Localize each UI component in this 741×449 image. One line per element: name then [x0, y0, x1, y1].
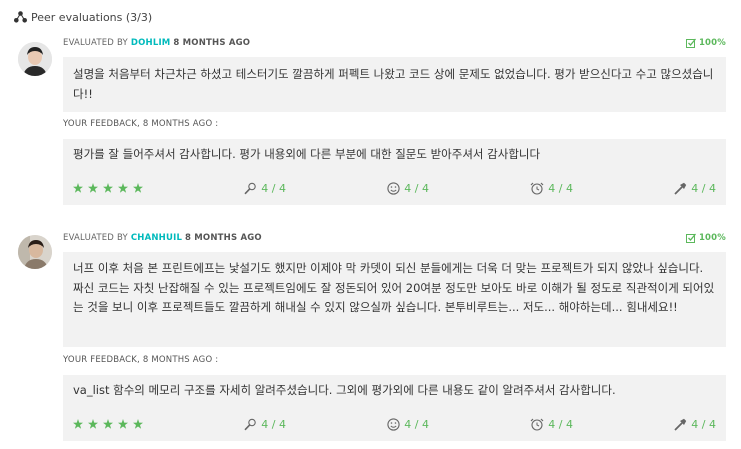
comment-text: 설명을 처음부터 차근차근 하셨고 테스터기도 깔끔하게 퍼펙트 나왔고 코드 …: [73, 67, 714, 101]
feedback-text: 평가를 잘 들어주셔서 감사합니다. 평가 내용외에 다른 부분에 대한 질문도…: [63, 139, 726, 171]
star-icon: [103, 419, 113, 429]
rating-punctuality: 4 / 4: [530, 182, 573, 195]
thumb-search-icon: [244, 182, 257, 194]
evaluator-login-link[interactable]: DOHLIM: [131, 38, 171, 48]
feedback-content: 평가를 잘 들어주셔서 감사합니다. 평가 내용외에 다른 부분에 대한 질문도…: [73, 147, 541, 161]
avatar[interactable]: [18, 42, 52, 76]
checkbox-icon: [685, 233, 696, 243]
thumb-search-icon: [244, 418, 257, 430]
avatar[interactable]: [18, 235, 52, 269]
star-icon: [103, 183, 113, 193]
evaluated-by-label: EVALUATED BY: [63, 38, 128, 48]
rating-value: 4 / 4: [261, 417, 286, 431]
rating-nice: 4 / 4: [387, 418, 429, 431]
rating-value: 4 / 4: [548, 417, 573, 431]
evaluation-meta: EVALUATED BY DOHLIM 8 MONTHS AGO 100%: [63, 36, 726, 50]
rating-value: 4 / 4: [261, 181, 286, 195]
evaluator-login-link[interactable]: CHANHUIL: [131, 233, 182, 243]
evaluation-card: EVALUATED BY DOHLIM 8 MONTHS AGO 100% 설명…: [14, 36, 726, 206]
comment-text: 너프 이후 처음 본 프린트에프는 낯설기도 했지만 이제야 막 카뎃이 되신 …: [73, 261, 715, 314]
rating-value: 4 / 4: [404, 181, 429, 195]
evaluated-by-label: EVALUATED BY: [63, 233, 128, 243]
evaluation-meta: EVALUATED BY CHANHUIL 8 MONTHS AGO 100%: [63, 231, 726, 245]
evaluation-comment: 너프 이후 처음 본 프린트에프는 낯설기도 했지만 이제야 막 카뎃이 되신 …: [63, 252, 726, 347]
evaluation-comment: 설명을 처음부터 차근차근 하셨고 테스터기도 깔끔하게 퍼펙트 나왔고 코드 …: [63, 57, 726, 112]
star-icon: [88, 183, 98, 193]
score-value: 100%: [698, 38, 726, 48]
evaluation-score: 100%: [685, 233, 726, 243]
rating-interested: 4 / 4: [244, 182, 286, 195]
feedback-ratings: 4 / 4 4 / 4 4 / 4 4 / 4: [63, 171, 726, 205]
rating-value: 4 / 4: [691, 417, 716, 431]
feedback-label: YOUR FEEDBACK, 8 MONTHS AGO :: [63, 119, 219, 129]
star-rating: [73, 419, 143, 429]
star-rating: [73, 183, 143, 193]
star-icon: [73, 419, 83, 429]
star-icon: [133, 419, 143, 429]
header-title: Peer evaluations (3/3): [31, 10, 153, 24]
rating-punctuality: 4 / 4: [530, 418, 573, 431]
evaluation-time: 8 MONTHS AGO: [184, 233, 262, 243]
feedback-label: YOUR FEEDBACK, 8 MONTHS AGO :: [63, 355, 219, 365]
rating-nice: 4 / 4: [387, 182, 429, 195]
checkbox-icon: [685, 38, 696, 48]
evaluation-score: 100%: [685, 38, 726, 48]
rating-value: 4 / 4: [691, 181, 716, 195]
rating-rigorous: 4 / 4: [674, 182, 716, 195]
hammer-icon: [674, 182, 687, 195]
feedback-ratings: 4 / 4 4 / 4 4 / 4 4 / 4: [63, 407, 726, 441]
people-network-icon: [14, 11, 27, 23]
star-icon: [73, 183, 83, 193]
peer-evaluations-header: Peer evaluations (3/3): [14, 8, 152, 26]
smiley-icon: [387, 417, 400, 431]
alarm-clock-icon: [530, 418, 544, 431]
alarm-clock-icon: [530, 182, 544, 195]
rating-rigorous: 4 / 4: [674, 418, 716, 431]
star-icon: [118, 183, 128, 193]
rating-value: 4 / 4: [404, 417, 429, 431]
feedback-text: va_list 함수의 메모리 구조를 자세히 알려주셨습니다. 그외에 평가외…: [63, 375, 726, 407]
rating-interested: 4 / 4: [244, 418, 286, 431]
evaluation-time: 8 MONTHS AGO: [173, 38, 251, 48]
star-icon: [133, 183, 143, 193]
star-icon: [118, 419, 128, 429]
smiley-icon: [387, 181, 400, 195]
rating-value: 4 / 4: [548, 181, 573, 195]
evaluation-card: EVALUATED BY CHANHUIL 8 MONTHS AGO 100% …: [14, 231, 726, 441]
hammer-icon: [674, 418, 687, 431]
feedback-content: va_list 함수의 메모리 구조를 자세히 알려주셨습니다. 그외에 평가외…: [73, 383, 616, 397]
star-icon: [88, 419, 98, 429]
score-value: 100%: [698, 233, 726, 243]
